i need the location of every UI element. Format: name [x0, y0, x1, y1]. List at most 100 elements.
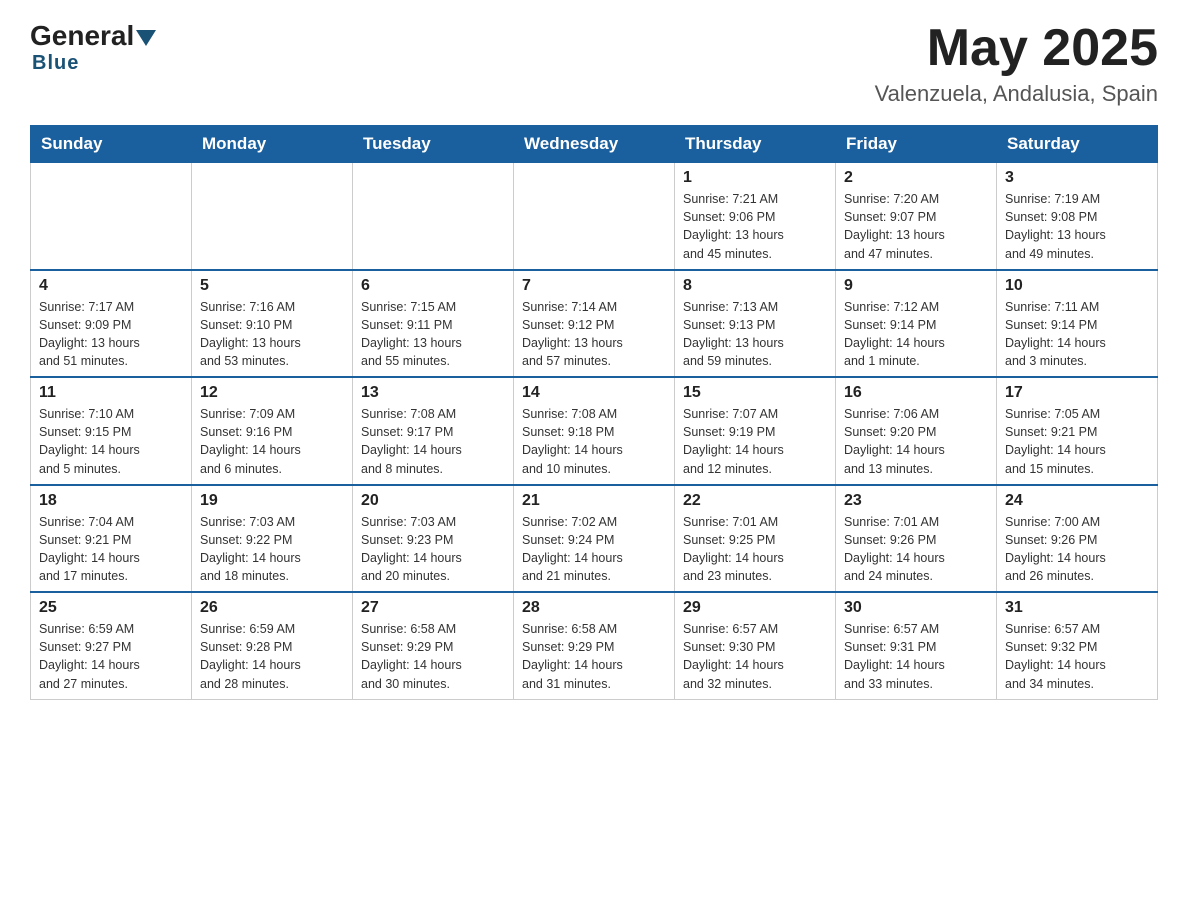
day-info: Sunrise: 7:20 AM Sunset: 9:07 PM Dayligh… [844, 190, 988, 263]
day-number: 3 [1005, 169, 1149, 187]
day-info: Sunrise: 7:05 AM Sunset: 9:21 PM Dayligh… [1005, 405, 1149, 478]
day-number: 1 [683, 169, 827, 187]
day-number: 23 [844, 492, 988, 510]
day-info: Sunrise: 7:01 AM Sunset: 9:25 PM Dayligh… [683, 513, 827, 586]
day-number: 16 [844, 384, 988, 402]
day-number: 13 [361, 384, 505, 402]
day-number: 11 [39, 384, 183, 402]
calendar-cell: 24 Sunrise: 7:00 AM Sunset: 9:26 PM Dayli… [997, 485, 1158, 593]
calendar-cell: 22Sunrise: 7:01 AM Sunset: 9:25 PM Dayli… [675, 485, 836, 593]
day-number: 4 [39, 277, 183, 295]
day-info: Sunrise: 6:57 AM Sunset: 9:32 PM Dayligh… [1005, 620, 1149, 693]
calendar-cell: 7 Sunrise: 7:14 AM Sunset: 9:12 PM Daylig… [514, 270, 675, 378]
day-info: Sunrise: 7:21 AM Sunset: 9:06 PM Dayligh… [683, 190, 827, 263]
calendar-week-row: 4 Sunrise: 7:17 AM Sunset: 9:09 PM Daylig… [31, 270, 1158, 378]
calendar-cell [31, 163, 192, 270]
day-number: 6 [361, 277, 505, 295]
day-info: Sunrise: 7:02 AM Sunset: 9:24 PM Dayligh… [522, 513, 666, 586]
day-info: Sunrise: 6:59 AM Sunset: 9:28 PM Dayligh… [200, 620, 344, 693]
day-number: 14 [522, 384, 666, 402]
day-info: Sunrise: 6:57 AM Sunset: 9:31 PM Dayligh… [844, 620, 988, 693]
day-number: 12 [200, 384, 344, 402]
day-info: Sunrise: 7:03 AM Sunset: 9:22 PM Dayligh… [200, 513, 344, 586]
calendar-cell: 29Sunrise: 6:57 AM Sunset: 9:30 PM Dayli… [675, 592, 836, 699]
calendar-header-row: SundayMondayTuesdayWednesdayThursdayFrid… [31, 126, 1158, 163]
calendar-cell: 28 Sunrise: 6:58 AM Sunset: 9:29 PM Dayli… [514, 592, 675, 699]
day-info: Sunrise: 7:11 AM Sunset: 9:14 PM Dayligh… [1005, 298, 1149, 371]
calendar-header-sunday: Sunday [31, 126, 192, 163]
calendar-header-thursday: Thursday [675, 126, 836, 163]
day-number: 8 [683, 277, 827, 295]
calendar-week-row: 11Sunrise: 7:10 AM Sunset: 9:15 PM Dayli… [31, 377, 1158, 485]
day-number: 17 [1005, 384, 1149, 402]
logo: General Blue [30, 20, 158, 75]
calendar-header-saturday: Saturday [997, 126, 1158, 163]
day-info: Sunrise: 6:58 AM Sunset: 9:29 PM Dayligh… [522, 620, 666, 693]
calendar-cell [192, 163, 353, 270]
day-number: 20 [361, 492, 505, 510]
day-number: 5 [200, 277, 344, 295]
day-info: Sunrise: 6:59 AM Sunset: 9:27 PM Dayligh… [39, 620, 183, 693]
calendar-cell: 2 Sunrise: 7:20 AM Sunset: 9:07 PM Daylig… [836, 163, 997, 270]
calendar-cell: 13Sunrise: 7:08 AM Sunset: 9:17 PM Dayli… [353, 377, 514, 485]
day-info: Sunrise: 7:07 AM Sunset: 9:19 PM Dayligh… [683, 405, 827, 478]
day-info: Sunrise: 7:13 AM Sunset: 9:13 PM Dayligh… [683, 298, 827, 371]
logo-blue-text: Blue [32, 52, 79, 75]
location-title: Valenzuela, Andalusia, Spain [875, 81, 1158, 107]
calendar-cell: 1 Sunrise: 7:21 AM Sunset: 9:06 PM Daylig… [675, 163, 836, 270]
day-info: Sunrise: 7:15 AM Sunset: 9:11 PM Dayligh… [361, 298, 505, 371]
day-number: 27 [361, 599, 505, 617]
day-number: 29 [683, 599, 827, 617]
calendar-cell: 17 Sunrise: 7:05 AM Sunset: 9:21 PM Dayli… [997, 377, 1158, 485]
day-number: 10 [1005, 277, 1149, 295]
calendar-week-row: 1 Sunrise: 7:21 AM Sunset: 9:06 PM Daylig… [31, 163, 1158, 270]
day-info: Sunrise: 7:16 AM Sunset: 9:10 PM Dayligh… [200, 298, 344, 371]
calendar-header-tuesday: Tuesday [353, 126, 514, 163]
title-block: May 2025 Valenzuela, Andalusia, Spain [875, 20, 1158, 107]
page-header: General Blue May 2025 Valenzuela, Andalu… [30, 20, 1158, 107]
calendar-cell: 6 Sunrise: 7:15 AM Sunset: 9:11 PM Daylig… [353, 270, 514, 378]
day-info: Sunrise: 6:58 AM Sunset: 9:29 PM Dayligh… [361, 620, 505, 693]
day-number: 2 [844, 169, 988, 187]
day-number: 18 [39, 492, 183, 510]
calendar-cell: 12Sunrise: 7:09 AM Sunset: 9:16 PM Dayli… [192, 377, 353, 485]
calendar-cell: 23 Sunrise: 7:01 AM Sunset: 9:26 PM Dayli… [836, 485, 997, 593]
day-info: Sunrise: 7:17 AM Sunset: 9:09 PM Dayligh… [39, 298, 183, 371]
calendar-cell: 15 Sunrise: 7:07 AM Sunset: 9:19 PM Dayli… [675, 377, 836, 485]
day-info: Sunrise: 7:00 AM Sunset: 9:26 PM Dayligh… [1005, 513, 1149, 586]
calendar-header-monday: Monday [192, 126, 353, 163]
day-info: Sunrise: 7:12 AM Sunset: 9:14 PM Dayligh… [844, 298, 988, 371]
calendar-cell: 16 Sunrise: 7:06 AM Sunset: 9:20 PM Dayli… [836, 377, 997, 485]
calendar-cell [353, 163, 514, 270]
day-info: Sunrise: 7:04 AM Sunset: 9:21 PM Dayligh… [39, 513, 183, 586]
calendar-week-row: 18 Sunrise: 7:04 AM Sunset: 9:21 PM Dayli… [31, 485, 1158, 593]
day-number: 25 [39, 599, 183, 617]
day-number: 28 [522, 599, 666, 617]
day-info: Sunrise: 7:19 AM Sunset: 9:08 PM Dayligh… [1005, 190, 1149, 263]
day-info: Sunrise: 7:14 AM Sunset: 9:12 PM Dayligh… [522, 298, 666, 371]
calendar-cell: 31Sunrise: 6:57 AM Sunset: 9:32 PM Dayli… [997, 592, 1158, 699]
day-info: Sunrise: 7:06 AM Sunset: 9:20 PM Dayligh… [844, 405, 988, 478]
month-title: May 2025 [875, 20, 1158, 77]
day-number: 9 [844, 277, 988, 295]
day-info: Sunrise: 7:01 AM Sunset: 9:26 PM Dayligh… [844, 513, 988, 586]
day-info: Sunrise: 7:03 AM Sunset: 9:23 PM Dayligh… [361, 513, 505, 586]
logo-triangle-icon [136, 30, 156, 46]
calendar-cell: 20 Sunrise: 7:03 AM Sunset: 9:23 PM Dayli… [353, 485, 514, 593]
logo-general-text: General [30, 20, 134, 52]
calendar-cell: 30 Sunrise: 6:57 AM Sunset: 9:31 PM Dayli… [836, 592, 997, 699]
day-number: 24 [1005, 492, 1149, 510]
day-number: 26 [200, 599, 344, 617]
calendar-cell [514, 163, 675, 270]
calendar-cell: 10 Sunrise: 7:11 AM Sunset: 9:14 PM Dayli… [997, 270, 1158, 378]
calendar-cell: 19Sunrise: 7:03 AM Sunset: 9:22 PM Dayli… [192, 485, 353, 593]
day-number: 15 [683, 384, 827, 402]
calendar-cell: 18 Sunrise: 7:04 AM Sunset: 9:21 PM Dayli… [31, 485, 192, 593]
day-number: 30 [844, 599, 988, 617]
calendar-cell: 8 Sunrise: 7:13 AM Sunset: 9:13 PM Daylig… [675, 270, 836, 378]
calendar-cell: 14Sunrise: 7:08 AM Sunset: 9:18 PM Dayli… [514, 377, 675, 485]
calendar-cell: 21Sunrise: 7:02 AM Sunset: 9:24 PM Dayli… [514, 485, 675, 593]
day-number: 7 [522, 277, 666, 295]
calendar-cell: 4 Sunrise: 7:17 AM Sunset: 9:09 PM Daylig… [31, 270, 192, 378]
calendar-cell: 26 Sunrise: 6:59 AM Sunset: 9:28 PM Dayli… [192, 592, 353, 699]
